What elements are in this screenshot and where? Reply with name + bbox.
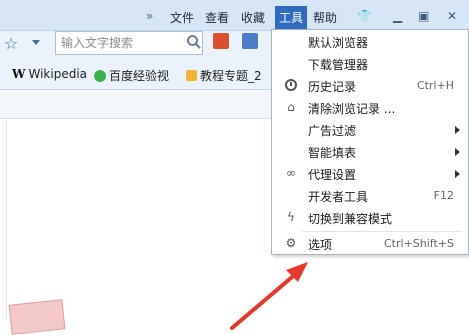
bookmark-tutorial[interactable]: 教程专题_2 <box>186 67 262 84</box>
submenu-arrow-icon <box>455 148 460 156</box>
menu-item-history[interactable]: 历史记录 Ctrl+H <box>272 75 468 97</box>
menu-item-autofill[interactable]: 智能填表 <box>272 141 468 163</box>
clock-icon <box>285 79 297 91</box>
minimize-icon[interactable]: ▁ <box>393 9 402 23</box>
menu-bar: » 文件 查看 收藏 工具 帮助 👕 ▁ ▣ ✕ <box>0 0 469 31</box>
tools-menu: 默认浏览器 下载管理器 历史记录 Ctrl+H ⌂ 清除浏览记录 ... 广告过… <box>271 29 469 255</box>
menu-help[interactable]: 帮助 <box>313 9 337 26</box>
shirt-icon[interactable]: 👕 <box>357 9 372 23</box>
submenu-arrow-icon <box>455 126 460 134</box>
menu-item-clear-history[interactable]: ⌂ 清除浏览记录 ... <box>272 97 468 119</box>
menu-item-default-browser[interactable]: 默认浏览器 <box>272 31 468 53</box>
submenu-arrow-icon <box>455 170 460 178</box>
divider <box>6 120 7 320</box>
menu-overflow-chevron[interactable]: » <box>146 9 153 23</box>
restore-icon[interactable]: ▣ <box>418 9 429 23</box>
menu-item-download-manager[interactable]: 下载管理器 <box>272 53 468 75</box>
search-box[interactable] <box>55 31 203 55</box>
menu-item-ad-filter[interactable]: 广告过滤 <box>272 119 468 141</box>
extension-icon[interactable] <box>213 33 229 49</box>
menu-item-developer-tools[interactable]: 开发者工具 F12 <box>272 185 468 207</box>
wikipedia-icon: W <box>12 67 26 81</box>
menu-tools[interactable]: 工具 <box>275 6 308 29</box>
link-icon: ∞ <box>286 166 296 180</box>
close-icon[interactable]: ✕ <box>447 9 457 23</box>
play-icon <box>94 70 106 82</box>
menu-view[interactable]: 查看 <box>205 9 229 26</box>
lightning-icon: ϟ <box>287 210 295 224</box>
chevron-down-icon[interactable] <box>32 40 40 45</box>
page-logo-fragment <box>2 298 66 335</box>
favorite-star-icon[interactable]: ☆ <box>4 34 18 53</box>
search-icon[interactable] <box>187 35 198 46</box>
bookmark-wikipedia[interactable]: W Wikipedia <box>12 67 87 81</box>
broom-icon: ⌂ <box>287 100 295 114</box>
bookmark-baidu-jingyan[interactable]: 百度经验视 <box>94 67 169 84</box>
bookmark-icon <box>186 70 197 81</box>
search-input[interactable] <box>59 34 175 52</box>
menu-separator <box>302 231 462 232</box>
extension-icon[interactable] <box>242 33 258 49</box>
menu-item-compat-mode[interactable]: ϟ 切换到兼容模式 <box>272 207 468 229</box>
menu-item-options[interactable]: ⚙ 选项 Ctrl+Shift+S <box>272 233 468 255</box>
menu-favorites[interactable]: 收藏 <box>241 9 265 26</box>
menu-item-proxy-settings[interactable]: ∞ 代理设置 <box>272 163 468 185</box>
gear-icon: ⚙ <box>285 236 297 250</box>
menu-file[interactable]: 文件 <box>170 9 194 26</box>
